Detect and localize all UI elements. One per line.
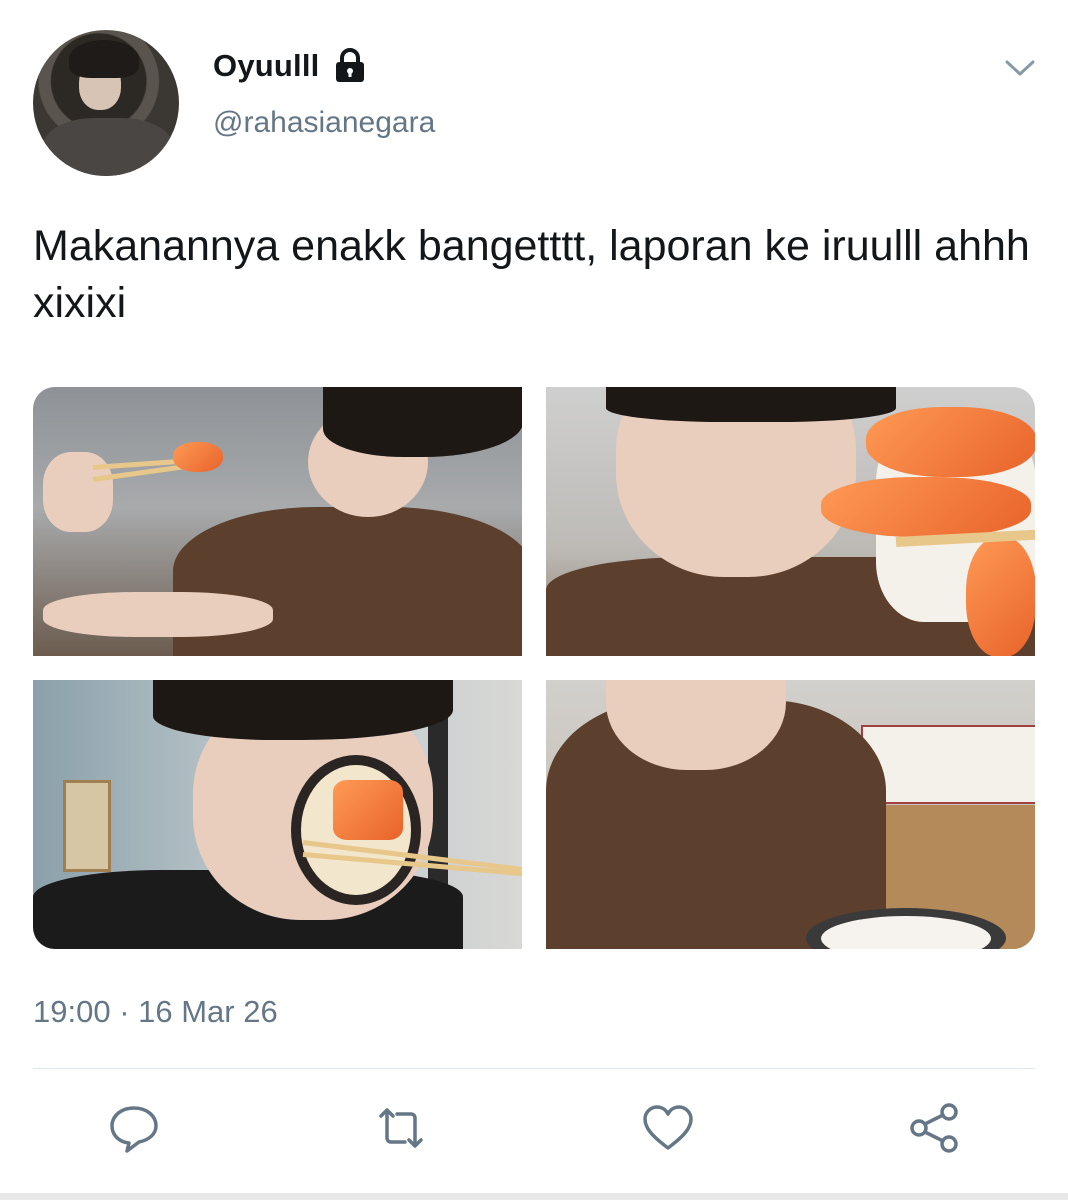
tweet-text: Makanannya enakk bangetttt, laporan ke i… <box>33 222 1030 327</box>
display-name[interactable]: Oyuulll <box>213 48 319 84</box>
media-grid <box>33 387 1035 949</box>
lock-icon <box>331 46 369 86</box>
reply-icon <box>106 1100 162 1161</box>
like-icon <box>640 1100 696 1161</box>
like-button[interactable] <box>638 1100 698 1160</box>
photo-4[interactable] <box>546 680 1035 949</box>
photo-1[interactable] <box>33 387 522 656</box>
photo-2[interactable] <box>546 387 1035 656</box>
user-handle[interactable]: @rahasianegara <box>213 106 435 140</box>
reply-button[interactable] <box>104 1100 164 1160</box>
share-icon <box>907 1100 963 1161</box>
timestamp[interactable]: 19:00 · 16 Mar 26 <box>33 994 278 1030</box>
action-bar <box>0 1100 1068 1160</box>
tweet: Oyuulll @rahasianegara Makanannya enakk … <box>0 0 1068 1200</box>
share-button[interactable] <box>905 1100 965 1160</box>
divider <box>33 1068 1035 1069</box>
photo-3[interactable] <box>33 680 522 949</box>
name-row: Oyuulll <box>213 46 369 86</box>
retweet-button[interactable] <box>371 1100 431 1160</box>
chevron-down-icon[interactable] <box>1003 56 1037 80</box>
retweet-icon <box>373 1100 429 1161</box>
avatar[interactable] <box>33 30 179 176</box>
bottom-border <box>0 1193 1068 1200</box>
